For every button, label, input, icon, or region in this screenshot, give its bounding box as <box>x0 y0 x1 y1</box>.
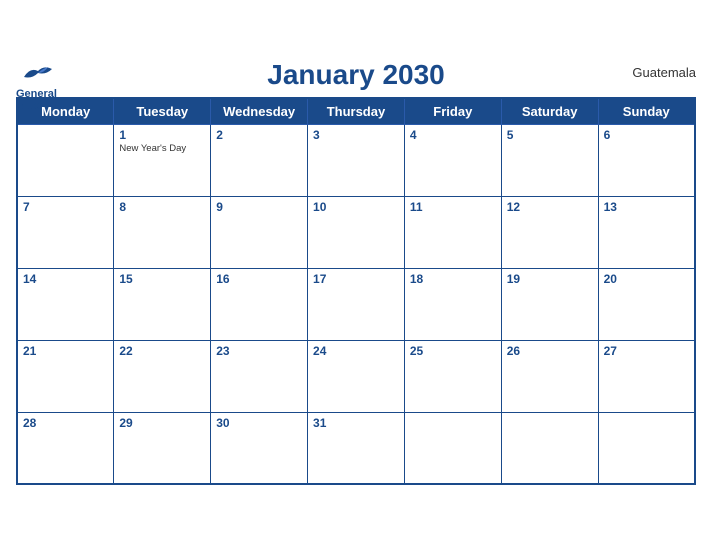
calendar-cell <box>17 124 114 196</box>
calendar-cell: 22 <box>114 340 211 412</box>
day-number: 16 <box>216 272 302 286</box>
day-number: 15 <box>119 272 205 286</box>
day-number: 20 <box>604 272 689 286</box>
day-number: 13 <box>604 200 689 214</box>
day-number: 11 <box>410 200 496 214</box>
calendar-cell: 15 <box>114 268 211 340</box>
calendar-cell: 19 <box>501 268 598 340</box>
weekday-sunday: Sunday <box>598 98 695 125</box>
calendar-cell: 9 <box>211 196 308 268</box>
day-number: 30 <box>216 416 302 430</box>
day-number: 10 <box>313 200 399 214</box>
calendar-cell: 27 <box>598 340 695 412</box>
day-number: 22 <box>119 344 205 358</box>
calendar-cell: 26 <box>501 340 598 412</box>
calendar-header: General Blue January 2030 Guatemala <box>16 59 696 91</box>
calendar-cell: 4 <box>404 124 501 196</box>
calendar-cell: 13 <box>598 196 695 268</box>
logo-area: General Blue <box>16 59 60 112</box>
day-number: 27 <box>604 344 689 358</box>
calendar-cell: 21 <box>17 340 114 412</box>
day-number: 28 <box>23 416 108 430</box>
calendar-cell: 8 <box>114 196 211 268</box>
day-number: 24 <box>313 344 399 358</box>
weekday-saturday: Saturday <box>501 98 598 125</box>
calendar-cell: 2 <box>211 124 308 196</box>
day-number: 5 <box>507 128 593 142</box>
calendar-table: Monday Tuesday Wednesday Thursday Friday… <box>16 97 696 486</box>
day-number: 17 <box>313 272 399 286</box>
month-title: January 2030 <box>267 59 444 91</box>
calendar-cell <box>598 412 695 484</box>
day-number: 25 <box>410 344 496 358</box>
calendar-cell: 24 <box>308 340 405 412</box>
calendar-container: General Blue January 2030 Guatemala Mond… <box>0 49 712 502</box>
day-number: 26 <box>507 344 593 358</box>
weekday-friday: Friday <box>404 98 501 125</box>
calendar-cell: 25 <box>404 340 501 412</box>
calendar-cell: 18 <box>404 268 501 340</box>
calendar-cell: 14 <box>17 268 114 340</box>
day-number: 19 <box>507 272 593 286</box>
calendar-body: 1New Year's Day2345678910111213141516171… <box>17 124 695 484</box>
calendar-cell: 7 <box>17 196 114 268</box>
day-number: 1 <box>119 128 205 142</box>
logo-text-general: General <box>16 88 57 100</box>
day-number: 3 <box>313 128 399 142</box>
day-number: 8 <box>119 200 205 214</box>
calendar-cell: 12 <box>501 196 598 268</box>
weekday-tuesday: Tuesday <box>114 98 211 125</box>
calendar-cell: 16 <box>211 268 308 340</box>
calendar-cell: 20 <box>598 268 695 340</box>
day-number: 18 <box>410 272 496 286</box>
day-number: 21 <box>23 344 108 358</box>
calendar-cell: 31 <box>308 412 405 484</box>
logo-icon <box>16 59 60 87</box>
day-number: 9 <box>216 200 302 214</box>
weekday-wednesday: Wednesday <box>211 98 308 125</box>
calendar-cell: 29 <box>114 412 211 484</box>
day-number: 4 <box>410 128 496 142</box>
calendar-cell: 5 <box>501 124 598 196</box>
calendar-cell: 17 <box>308 268 405 340</box>
day-number: 2 <box>216 128 302 142</box>
calendar-cell <box>501 412 598 484</box>
day-number: 29 <box>119 416 205 430</box>
calendar-cell: 23 <box>211 340 308 412</box>
calendar-cell: 1New Year's Day <box>114 124 211 196</box>
calendar-header-row: Monday Tuesday Wednesday Thursday Friday… <box>17 98 695 125</box>
day-number: 31 <box>313 416 399 430</box>
day-number: 6 <box>604 128 689 142</box>
day-number: 12 <box>507 200 593 214</box>
calendar-cell: 30 <box>211 412 308 484</box>
day-number: 14 <box>23 272 108 286</box>
logo-text-blue: Blue <box>16 100 57 112</box>
calendar-cell: 10 <box>308 196 405 268</box>
calendar-cell: 6 <box>598 124 695 196</box>
day-number: 7 <box>23 200 108 214</box>
day-number: 23 <box>216 344 302 358</box>
country-label: Guatemala <box>632 65 696 80</box>
holiday-label: New Year's Day <box>119 143 205 154</box>
weekday-thursday: Thursday <box>308 98 405 125</box>
calendar-cell: 3 <box>308 124 405 196</box>
calendar-cell <box>404 412 501 484</box>
calendar-cell: 11 <box>404 196 501 268</box>
calendar-cell: 28 <box>17 412 114 484</box>
